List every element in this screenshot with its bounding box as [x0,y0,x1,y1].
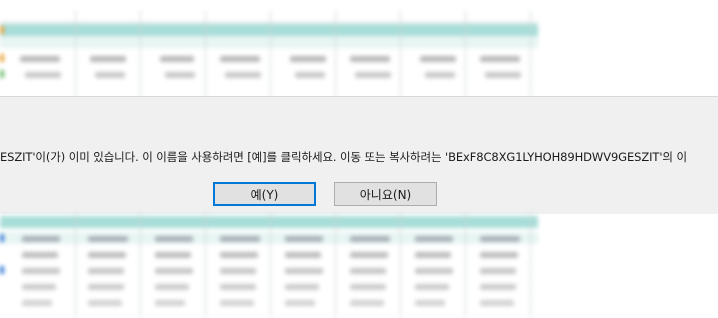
spreadsheet-background-top [0,10,538,98]
spreadsheet-background-bottom [0,212,538,318]
replace-confirmation-dialog: ESZIT'이(가) 이미 있습니다. 이 이름을 사용하려면 [예]를 클릭하… [0,96,718,214]
no-button[interactable]: 아니요(N) [334,182,437,206]
dialog-message: ESZIT'이(가) 이미 있습니다. 이 이름을 사용하려면 [예]를 클릭하… [0,150,687,164]
yes-button[interactable]: 예(Y) [213,182,316,206]
